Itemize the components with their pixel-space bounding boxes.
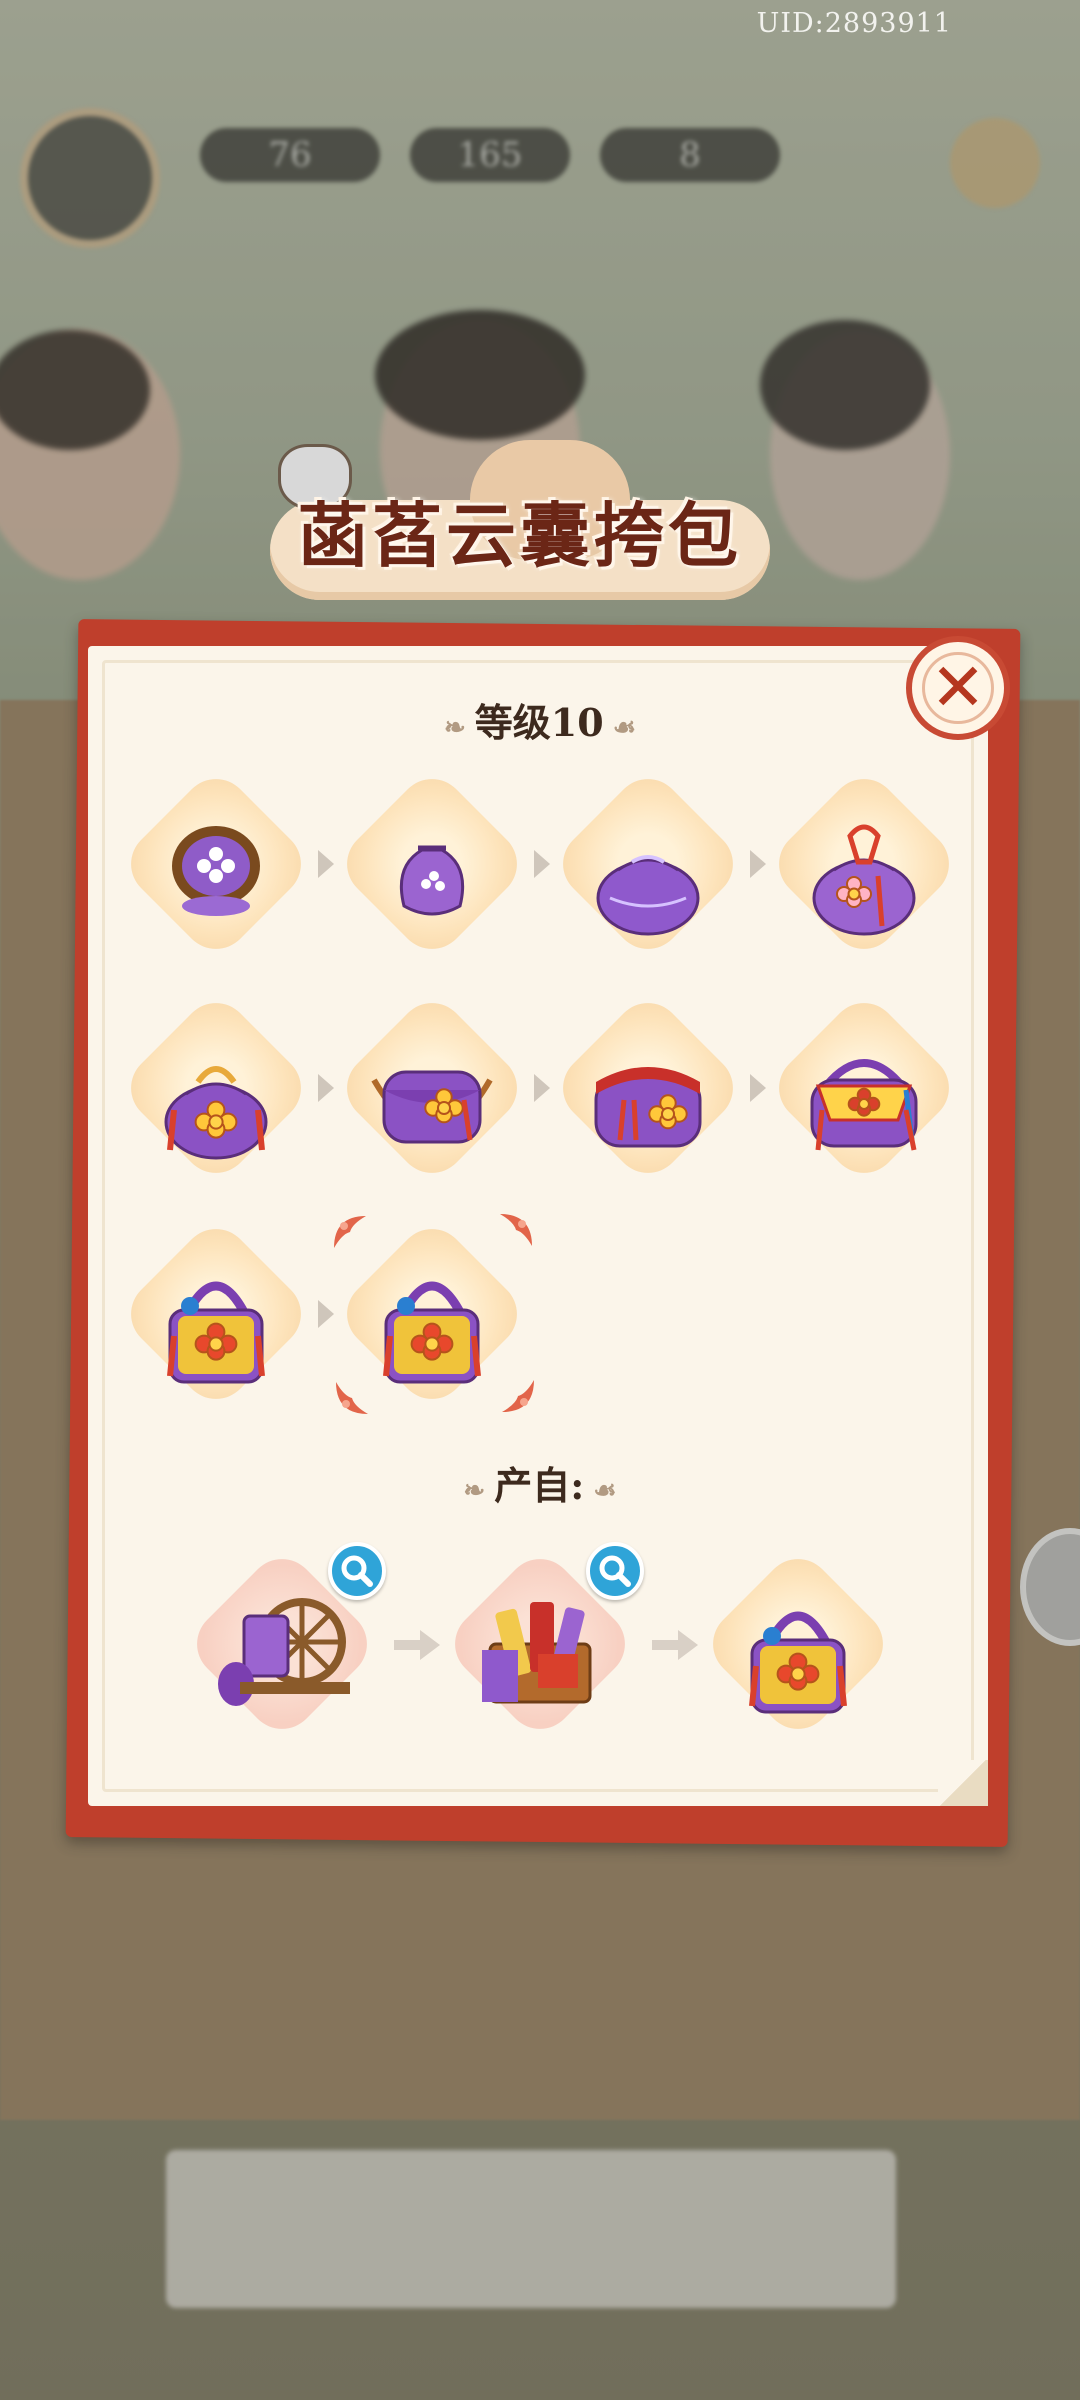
user-id: UID:2893911 (756, 8, 952, 39)
chain-arrow-icon (318, 850, 334, 878)
embroidery-hoop-icon (172, 826, 260, 916)
red-lotus-bag-icon (594, 1067, 702, 1148)
search-icon (341, 1555, 373, 1587)
lotus-crossbody-bag-icon (371, 1070, 493, 1144)
item-cell-knotted-purple-pouch[interactable] (765, 765, 963, 963)
item-cell-red-lotus-bag[interactable] (549, 989, 747, 1187)
chain-arrow-icon (534, 1074, 550, 1102)
swirl-right-icon: ☙ (603, 713, 637, 743)
swirl-right-icon: ☙ (584, 1476, 617, 1506)
item-cell-tasseled-lotus-bag[interactable] (765, 989, 963, 1187)
item-cell-floral-handbag[interactable] (117, 1215, 315, 1413)
selection-corner-icon (500, 1214, 532, 1246)
swirl-left-icon: ❧ (463, 1476, 495, 1506)
item-cell-embroidery-hoop[interactable] (117, 765, 315, 963)
chain-arrow-icon (750, 1074, 766, 1102)
item-cell-small-purple-pouch[interactable] (333, 765, 531, 963)
chain-arrow-icon (534, 850, 550, 878)
swirl-left-icon: ❧ (443, 713, 475, 743)
source-arrow-icon (394, 1630, 440, 1660)
small-purple-pouch-icon (399, 845, 465, 916)
floral-handbag-icon (167, 1281, 265, 1384)
tasseled-lotus-bag-icon (810, 1059, 918, 1151)
lotus-cloud-crossbody-bag-icon (749, 1611, 847, 1714)
level-heading: ❧ 等级10 ☙ (390, 692, 690, 747)
page-fold-corner (938, 1760, 988, 1806)
selection-corner-icon (336, 1382, 368, 1414)
source-heading: ❧ 产自: ☙ (390, 1455, 690, 1510)
close-button[interactable]: ✕ (906, 636, 1010, 740)
close-icon: ✕ (930, 649, 986, 726)
item-cell-lotus-cloud-crossbody-bag[interactable] (699, 1545, 897, 1743)
source-label: 产自: (494, 1463, 585, 1508)
source-arrow-icon (652, 1630, 698, 1660)
title-banner: 菡萏云囊挎包 (270, 440, 770, 610)
item-cell-purple-drawstring-pouch[interactable] (549, 765, 747, 963)
knotted-purple-pouch-icon (812, 824, 916, 936)
lotus-pouch-icon (164, 1066, 268, 1160)
selection-corner-icon (502, 1380, 534, 1412)
chain-arrow-icon (318, 1300, 334, 1328)
chain-arrow-icon (750, 850, 766, 878)
chain-arrow-icon (318, 1074, 334, 1102)
item-cell-lotus-pouch[interactable] (117, 989, 315, 1187)
selection-corner-icon (334, 1216, 366, 1248)
item-cell-lotus-crossbody-bag[interactable] (333, 989, 531, 1187)
level-label: 等级10 (474, 700, 604, 745)
magnifier-button[interactable] (586, 1542, 644, 1600)
item-title: 菡萏云囊挎包 (298, 494, 742, 577)
magnifier-button[interactable] (328, 1542, 386, 1600)
purple-drawstring-pouch-icon (596, 855, 700, 936)
search-icon (599, 1555, 631, 1587)
